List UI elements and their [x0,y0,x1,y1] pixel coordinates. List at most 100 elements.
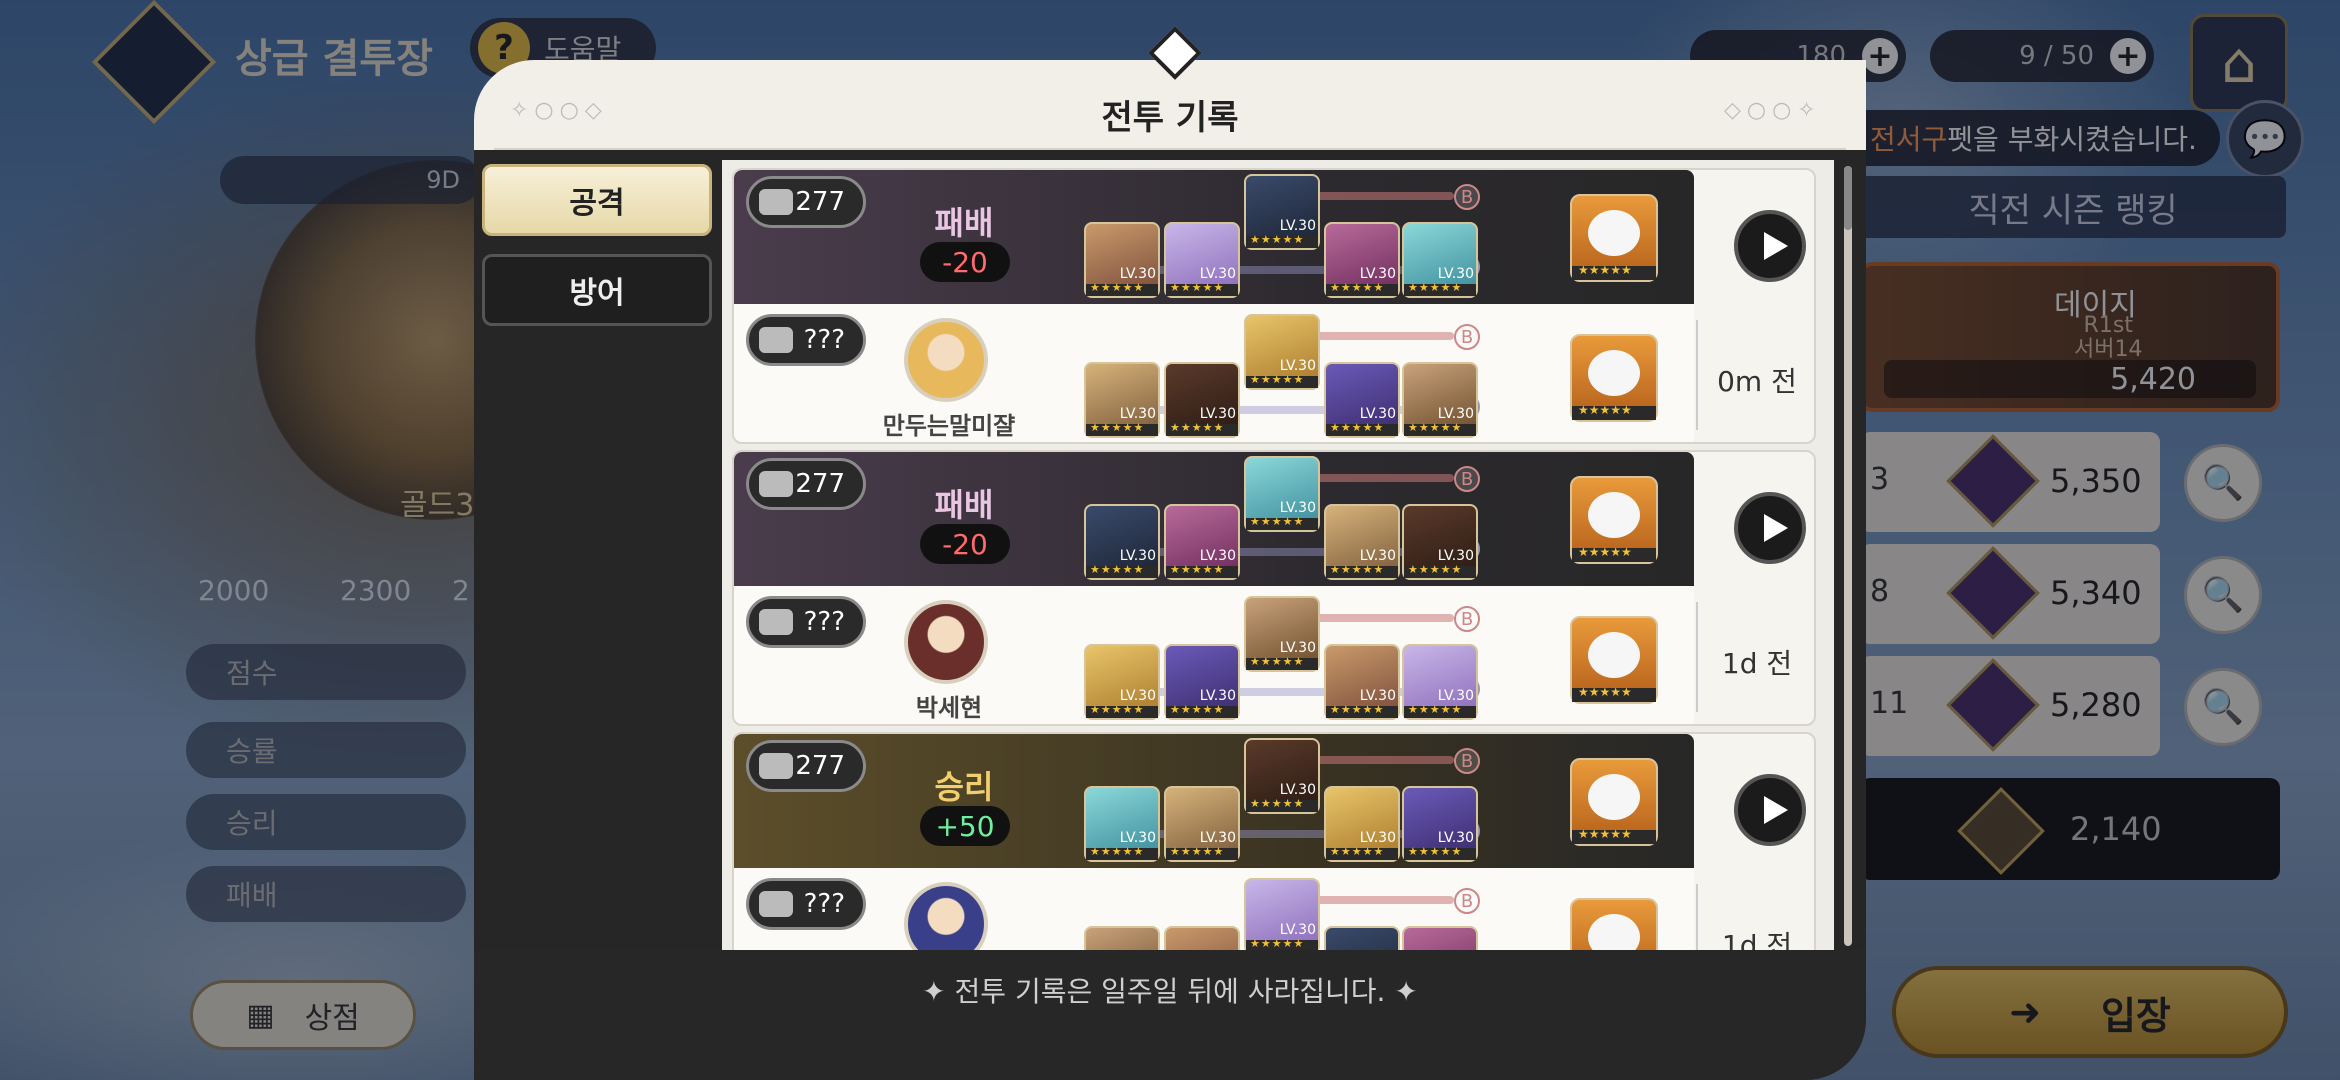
hero-stars-icon [1326,281,1398,296]
pet-portrait[interactable] [1570,898,1658,950]
back-row-badge: B [1454,606,1480,632]
wing-icon [759,471,793,497]
hero-portrait[interactable]: LV.30 [1324,644,1400,720]
hero-stars-icon [1326,563,1398,578]
result-label: 패배 [934,204,994,242]
hero-portrait[interactable]: LV.30 [1324,786,1400,862]
wing-icon [759,891,793,917]
hero-portrait[interactable]: LV.30 [1164,644,1240,720]
replay-button[interactable] [1734,492,1806,564]
hero-portrait[interactable]: LV.30 [1402,362,1478,438]
hero-stars-icon [1246,515,1318,530]
hero-stars-icon [1086,421,1158,436]
tab-defense[interactable]: 방어 [482,254,712,326]
points-value: 277 [795,469,845,499]
hero-level: LV.30 [1359,548,1396,564]
scrollbar[interactable] [1844,166,1852,946]
hero-stars-icon [1246,655,1318,670]
hero-level: LV.30 [1199,406,1236,422]
replay-button[interactable] [1734,774,1806,846]
hero-portrait[interactable]: LV.30 [1084,926,1160,950]
opponent-avatar[interactable] [904,600,988,684]
pet-portrait[interactable] [1570,476,1658,564]
hero-stars-icon [1086,563,1158,578]
hero-level: LV.30 [1437,406,1474,422]
divider [1696,884,1698,950]
hero-portrait[interactable]: LV.30 [1244,878,1320,950]
hero-level: LV.30 [1279,640,1316,656]
hero-level: LV.30 [1437,266,1474,282]
hero-portrait[interactable]: LV.30 [1244,738,1320,814]
pet-stars-icon [1572,403,1656,420]
wing-icon [759,753,793,779]
hero-portrait[interactable]: LV.30 [1084,644,1160,720]
points-value: 277 [795,187,845,217]
attacker-points: 277 [746,176,866,228]
hero-level: LV.30 [1279,218,1316,234]
hero-portrait[interactable]: LV.30 [1084,786,1160,862]
tab-attack[interactable]: 공격 [482,164,712,236]
hero-portrait[interactable]: LV.30 [1164,926,1240,950]
hero-portrait[interactable]: LV.30 [1164,786,1240,862]
hero-level: LV.30 [1119,688,1156,704]
hero-portrait[interactable]: LV.30 [1244,596,1320,672]
hero-level: LV.30 [1199,830,1236,846]
hero-portrait[interactable]: LV.30 [1324,504,1400,580]
hero-portrait[interactable]: LV.30 [1164,504,1240,580]
hero-stars-icon [1086,845,1158,860]
record-time: 1d 전 [1721,647,1793,680]
hero-portrait[interactable]: LV.30 [1084,362,1160,438]
hero-stars-icon [1246,937,1318,950]
hero-portrait[interactable]: LV.30 [1164,362,1240,438]
hero-stars-icon [1246,233,1318,248]
hero-portrait[interactable]: LV.30 [1084,504,1160,580]
hero-portrait[interactable]: LV.30 [1164,222,1240,298]
hero-portrait[interactable]: LV.30 [1084,222,1160,298]
hero-portrait[interactable]: LV.30 [1324,222,1400,298]
hero-portrait[interactable]: LV.30 [1402,504,1478,580]
hero-level: LV.30 [1437,548,1474,564]
hero-stars-icon [1166,421,1238,436]
modal-footer: ✦ 전투 기록은 일주일 뒤에 사라집니다. ✦ [474,950,1866,1080]
hero-level: LV.30 [1279,358,1316,374]
hero-portrait[interactable]: LV.30 [1402,926,1478,950]
hero-stars-icon [1166,845,1238,860]
battle-record-list[interactable]: 277???패배-20만두는말미쟐BFLV.30LV.30LV.30LV.30L… [722,160,1834,950]
opponent-avatar[interactable] [904,318,988,402]
divider [1696,602,1698,712]
hero-stars-icon [1086,281,1158,296]
score-delta: -20 [920,242,1010,282]
hero-portrait[interactable]: LV.30 [1244,174,1320,250]
pet-portrait[interactable] [1570,194,1658,282]
hero-stars-icon [1404,421,1476,436]
opponent-name: 만두는말미쟐 [882,412,1016,440]
hero-stars-icon [1166,281,1238,296]
points-value: ??? [803,325,845,355]
scrollbar-thumb[interactable] [1844,166,1852,230]
hero-level: LV.30 [1279,500,1316,516]
result-label: 패배 [934,486,994,524]
back-row-badge: B [1454,324,1480,350]
hero-portrait[interactable]: LV.30 [1402,786,1478,862]
hero-portrait[interactable]: LV.30 [1244,314,1320,390]
pet-portrait[interactable] [1570,334,1658,422]
hero-portrait[interactable]: LV.30 [1402,644,1478,720]
hero-level: LV.30 [1437,688,1474,704]
hero-portrait[interactable]: LV.30 [1402,222,1478,298]
ornament-icon: ◇○○✧ [1724,98,1822,123]
points-value: ??? [803,607,845,637]
hero-level: LV.30 [1359,688,1396,704]
pet-stars-icon [1572,827,1656,844]
pet-portrait[interactable] [1570,758,1658,846]
attacker-points: 277 [746,458,866,510]
hero-portrait[interactable]: LV.30 [1244,456,1320,532]
points-value: ??? [803,889,845,919]
replay-button[interactable] [1734,210,1806,282]
back-row-badge: B [1454,466,1480,492]
hero-stars-icon [1404,563,1476,578]
hero-stars-icon [1326,421,1398,436]
battle-record-modal: 전투 기록 ✧○○◇ ◇○○✧ 공격 방어 277??? 패배 -20 만두는말미쟐 B… [474,26,1866,1080]
hero-portrait[interactable]: LV.30 [1324,926,1400,950]
pet-portrait[interactable] [1570,616,1658,704]
hero-portrait[interactable]: LV.30 [1324,362,1400,438]
